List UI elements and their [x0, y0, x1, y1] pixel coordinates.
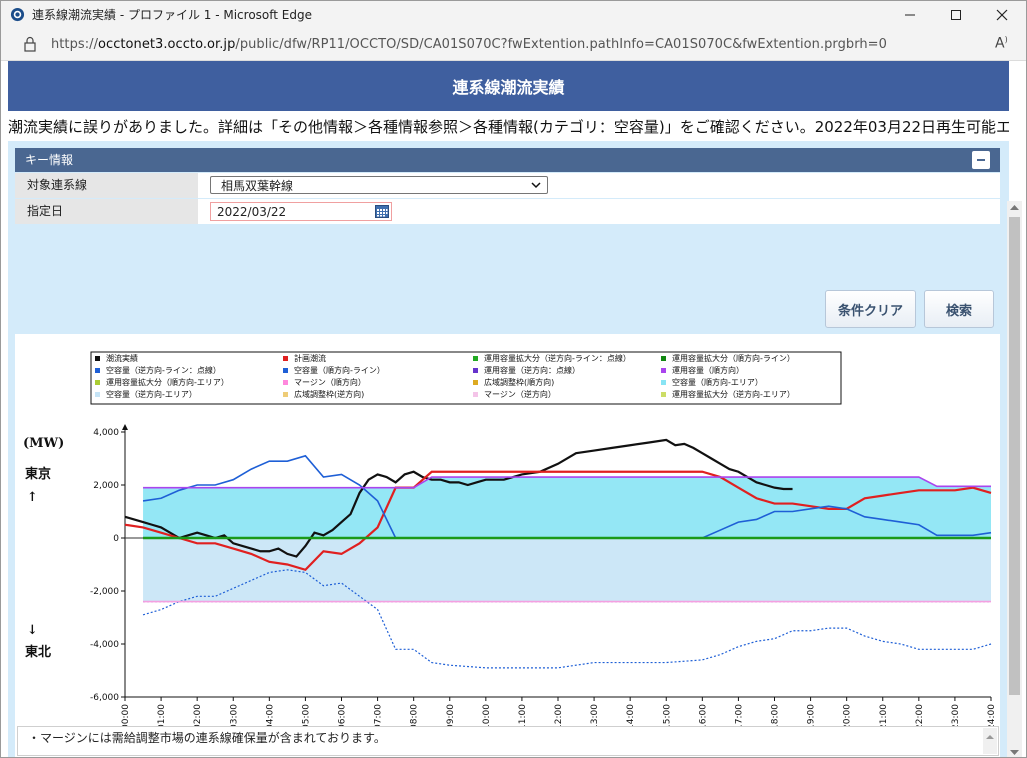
legend-swatch [95, 392, 100, 397]
legend-swatch [473, 356, 478, 361]
scroll-up-icon[interactable] [1007, 201, 1022, 215]
date-label: 指定日 [15, 199, 198, 224]
legend-label: 運用容量（順方向） [672, 365, 744, 375]
date-row: 指定日 2022/03/22 [15, 199, 1000, 224]
flow-chart: 潮流実績 計画潮流 運用容量拡大分（逆方向-ライン：点線） 運用容量拡大分（順方向-ラ… [23, 351, 997, 730]
page-scrollbar[interactable] [1007, 201, 1022, 758]
collapse-button[interactable] [972, 151, 990, 169]
main-panel: キー情報 対象連系線 相馬双葉幹線 指定日 2022/03/22 条件クリア 検… [8, 141, 1009, 757]
legend-swatch [95, 356, 100, 361]
note-text: ・マージンには需給調整市場の連系線確保量が含まれております。 [28, 731, 386, 745]
legend-swatch [661, 380, 666, 385]
line-row: 対象連系線 相馬双葉幹線 [15, 173, 1000, 198]
legend-swatch [661, 356, 666, 361]
legend-swatch [473, 380, 478, 385]
legend-swatch [661, 368, 666, 373]
minimize-icon [905, 14, 915, 15]
notice-marquee: 潮流実績に誤りがありました。詳細は「その他情報＞各種情報参照＞各種情報(カテゴリ… [8, 118, 1009, 136]
window-title: 連系線潮流実績 - プロファイル 1 - Microsoft Edge [32, 8, 312, 22]
down-arrow-label: ↓ [27, 623, 38, 638]
legend-label: 運用容量（逆方向：点線） [484, 365, 580, 375]
close-icon [996, 9, 1008, 20]
note-scrollbar[interactable] [983, 728, 997, 754]
legend-label: 運用容量拡大分（逆方向-エリア） [672, 389, 795, 399]
legend-label: 運用容量拡大分（逆方向-ライン：点線） [484, 353, 631, 363]
up-arrow-label: ↑ [27, 490, 38, 505]
legend-label: マージン（逆方向） [484, 389, 556, 399]
area-reverse-capacity [143, 538, 991, 602]
y-label-bottom: 東北 [25, 644, 51, 660]
area-forward-capacity [143, 477, 991, 538]
y-label-top: 東京 [25, 466, 51, 482]
y-tick-label: 0 [113, 534, 119, 544]
page-title: 連系線潮流実績 [8, 61, 1009, 111]
legend-label: 空容量（順方向-ライン） [294, 365, 385, 375]
minimize-button[interactable] [887, 1, 933, 28]
lock-icon[interactable] [23, 36, 37, 52]
legend-label: マージン（順方向） [294, 377, 366, 387]
legend-swatch [95, 368, 100, 373]
legend-label: 空容量（順方向-エリア） [672, 377, 763, 387]
legend-label: 空容量（逆方向-エリア） [106, 389, 197, 399]
legend-label: 空容量（逆方向-ライン：点線） [106, 365, 221, 375]
line-select[interactable]: 相馬双葉幹線 [210, 176, 548, 194]
chart-area: 潮流実績 計画潮流 運用容量拡大分（逆方向-ライン：点線） 運用容量拡大分（順方向-ラ… [15, 334, 1000, 757]
y-tick-label: -4,000 [90, 640, 119, 650]
y-axis-arrow [122, 424, 128, 430]
y-unit-label: (MW) [23, 436, 64, 451]
url-text[interactable]: https://occtonet3.occto.or.jp/public/dfw… [51, 37, 887, 52]
note-box: ・マージンには需給調整市場の連系線確保量が含まれております。 [17, 726, 999, 756]
address-bar[interactable]: https://occtonet3.occto.or.jp/public/dfw… [1, 28, 1026, 61]
chevron-down-icon [531, 182, 541, 189]
y-tick-label: -2,000 [90, 587, 119, 597]
scroll-up-icon[interactable] [983, 731, 997, 743]
minus-icon [977, 159, 985, 161]
legend-label: 計画潮流 [294, 353, 326, 363]
legend-swatch [473, 392, 478, 397]
calendar-icon[interactable] [375, 205, 389, 218]
line-label: 対象連系線 [15, 173, 198, 198]
y-tick-label: 2,000 [93, 481, 119, 491]
y-tick-label: -6,000 [90, 693, 119, 703]
read-aloud-icon[interactable]: A) [995, 35, 1008, 52]
legend-label: 広域調整枠(逆方向) [294, 389, 364, 399]
date-input[interactable]: 2022/03/22 [210, 202, 392, 221]
legend-swatch [283, 392, 288, 397]
legend-swatch [661, 392, 666, 397]
scrollbar-thumb[interactable] [1009, 217, 1020, 695]
y-tick-label: 4,000 [93, 428, 119, 438]
maximize-icon [951, 9, 961, 20]
legend-swatch [95, 380, 100, 385]
close-button[interactable] [979, 1, 1025, 28]
legend-label: 運用容量拡大分（順方向-ライン） [672, 353, 795, 363]
legend-swatch [473, 368, 478, 373]
clear-button[interactable]: 条件クリア [825, 290, 916, 328]
legend-label: 広域調整枠(順方向) [484, 377, 554, 387]
browser-window: 連系線潮流実績 - プロファイル 1 - Microsoft Edge http… [0, 0, 1027, 758]
maximize-button[interactable] [933, 1, 979, 28]
search-button[interactable]: 検索 [924, 290, 994, 328]
page-content: 連系線潮流実績 潮流実績に誤りがありました。詳細は「その他情報＞各種情報参照＞各… [1, 61, 1026, 758]
legend-label: 運用容量拡大分（順方向-エリア） [106, 377, 229, 387]
legend-swatch [283, 356, 288, 361]
legend-swatch [283, 368, 288, 373]
app-icon [10, 7, 25, 22]
scroll-down-icon[interactable] [1007, 745, 1022, 758]
legend-swatch [283, 380, 288, 385]
title-bar: 連系線潮流実績 - プロファイル 1 - Microsoft Edge [1, 1, 1026, 28]
legend-label: 潮流実績 [106, 353, 138, 363]
key-info-header: キー情報 [15, 148, 1000, 172]
